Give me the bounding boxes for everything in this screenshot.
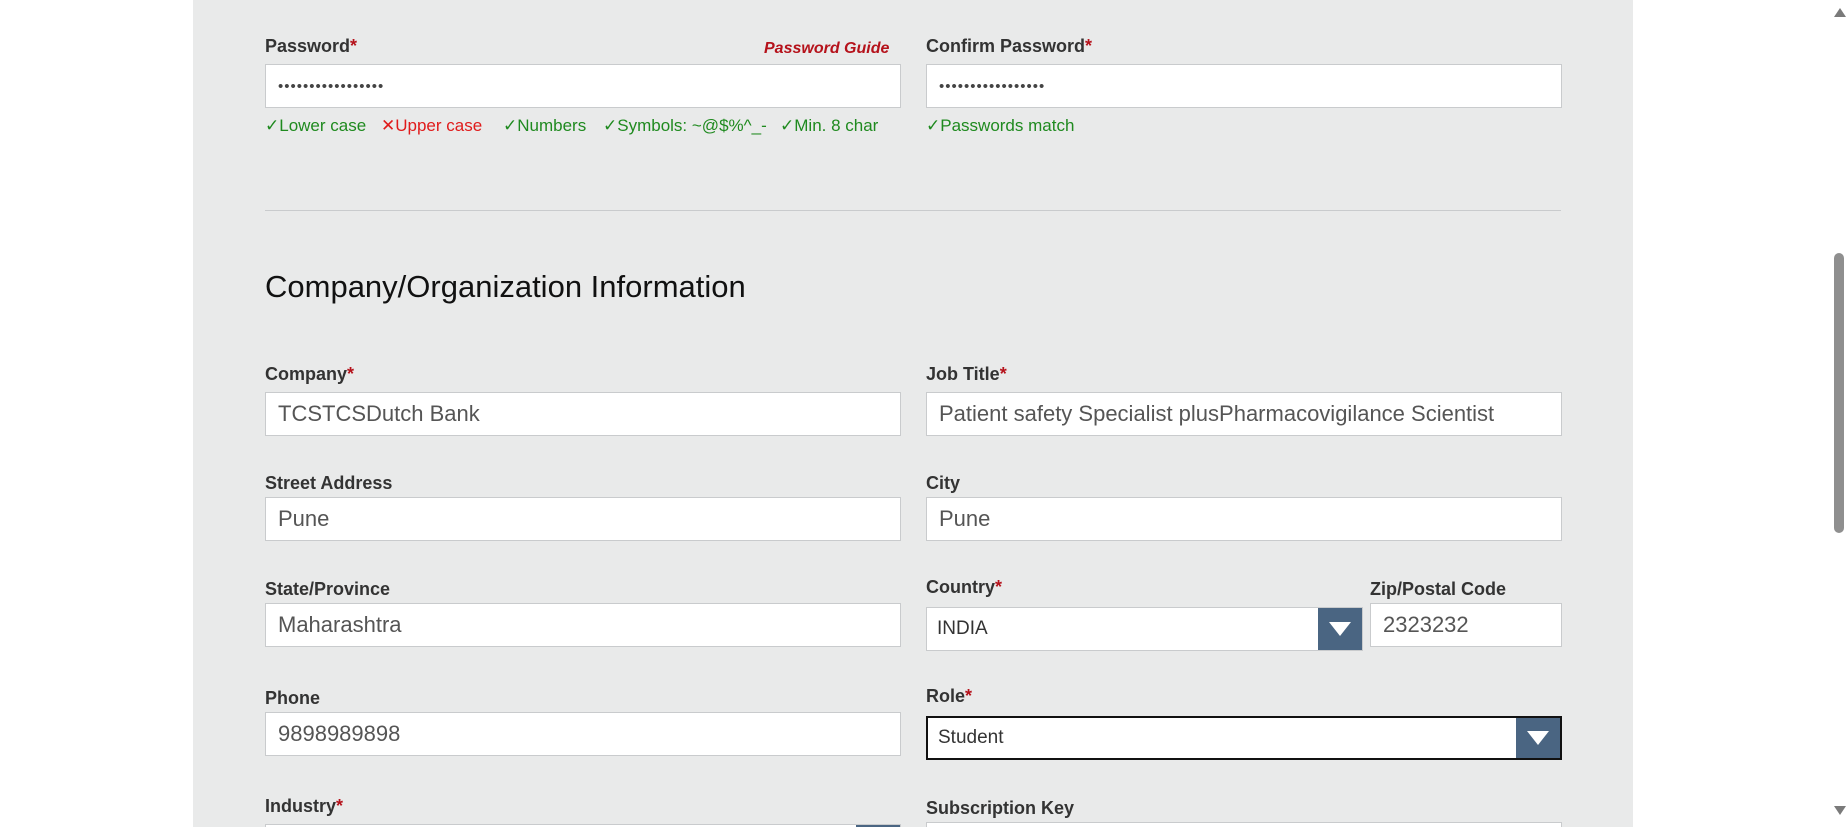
- cross-icon: ✕: [381, 116, 396, 135]
- job-title-required-mark: *: [999, 364, 1007, 384]
- check-icon: ✓: [926, 116, 941, 135]
- industry-label: Industry*: [265, 796, 343, 817]
- zip-postal-code-label: Zip/Postal Code: [1370, 579, 1507, 599]
- check-numbers: ✓Numbers: [503, 116, 586, 136]
- street-address-input[interactable]: Pune: [265, 497, 901, 541]
- company-required-mark: *: [347, 364, 355, 384]
- phone-input[interactable]: 9898989898: [265, 712, 901, 756]
- state-province-label: State/Province: [265, 579, 391, 599]
- password-guide-link[interactable]: Password Guide: [764, 40, 889, 58]
- street-address-label: Street Address: [265, 473, 393, 493]
- role-selected-value: Student: [938, 727, 1004, 748]
- job-title-label-text: Job Title: [926, 364, 1000, 384]
- page-scrollbar[interactable]: [1830, 0, 1848, 827]
- confirm-password-input[interactable]: •••••••••••••••••: [926, 64, 1562, 108]
- check-symbols-text: Symbols: ~@$%^_-: [617, 116, 767, 135]
- section-divider: [265, 210, 1561, 211]
- check-icon: ✓: [780, 116, 795, 135]
- role-select[interactable]: Student: [926, 716, 1562, 760]
- zip-postal-code-input[interactable]: 2323232: [1370, 603, 1562, 647]
- company-input[interactable]: TCSTCSDutch Bank: [265, 392, 901, 436]
- industry-label-text: Industry: [265, 796, 337, 816]
- role-label-text: Role: [926, 686, 966, 706]
- role-required-mark: *: [965, 686, 973, 706]
- role-label: Role*: [926, 686, 972, 707]
- check-upper-case: ✕Upper case: [381, 116, 482, 136]
- passwords-match-text: Passwords match: [940, 116, 1075, 135]
- check-icon: ✓: [503, 116, 518, 135]
- check-numbers-text: Numbers: [517, 116, 587, 135]
- check-symbols: ✓Symbols: ~@$%^_-: [603, 116, 767, 136]
- check-min-length-text: Min. 8 char: [794, 116, 879, 135]
- check-lower-case-text: Lower case: [279, 116, 367, 135]
- country-selected-value: INDIA: [937, 618, 988, 639]
- country-label: Country*: [926, 577, 1002, 598]
- triangle-down-icon: [1527, 731, 1549, 745]
- password-label: Password*: [265, 36, 357, 57]
- passwords-match-status: ✓Passwords match: [926, 116, 1074, 136]
- subscription-key-input[interactable]: [926, 822, 1562, 827]
- section-title: Company/Organization Information: [265, 269, 746, 304]
- check-lower-case: ✓Lower case: [265, 116, 366, 136]
- confirm-password-label-text: Confirm Password: [926, 36, 1086, 56]
- role-dropdown-button[interactable]: [1516, 718, 1560, 758]
- check-icon: ✓: [265, 116, 280, 135]
- confirm-password-required-mark: *: [1085, 36, 1093, 56]
- country-label-text: Country: [926, 577, 995, 597]
- country-select[interactable]: INDIA: [926, 607, 1363, 651]
- password-required-mark: *: [350, 36, 358, 56]
- job-title-label: Job Title*: [926, 364, 1007, 385]
- registration-form-panel: Password* Password Guide •••••••••••••••…: [193, 0, 1633, 827]
- city-input[interactable]: Pune: [926, 497, 1562, 541]
- check-min-length: ✓Min. 8 char: [780, 116, 878, 136]
- country-dropdown-button[interactable]: [1318, 608, 1362, 650]
- company-label-text: Company: [265, 364, 348, 384]
- company-label: Company*: [265, 364, 354, 385]
- password-input[interactable]: •••••••••••••••••: [265, 64, 901, 108]
- industry-required-mark: *: [336, 796, 344, 816]
- subscription-key-label: Subscription Key: [926, 798, 1075, 818]
- scrollbar-thumb[interactable]: [1834, 253, 1844, 533]
- city-label: City: [926, 473, 961, 493]
- password-label-text: Password: [265, 36, 351, 56]
- check-icon: ✓: [603, 116, 618, 135]
- job-title-input[interactable]: Patient safety Specialist plusPharmacovi…: [926, 392, 1562, 436]
- triangle-down-icon: [1329, 622, 1351, 636]
- phone-label: Phone: [265, 688, 321, 708]
- check-upper-case-text: Upper case: [395, 116, 483, 135]
- scroll-up-arrow-icon[interactable]: [1834, 8, 1846, 17]
- scroll-down-arrow-icon[interactable]: [1834, 806, 1846, 815]
- confirm-password-label: Confirm Password*: [926, 36, 1092, 57]
- state-province-input[interactable]: Maharashtra: [265, 603, 901, 647]
- country-required-mark: *: [995, 577, 1003, 597]
